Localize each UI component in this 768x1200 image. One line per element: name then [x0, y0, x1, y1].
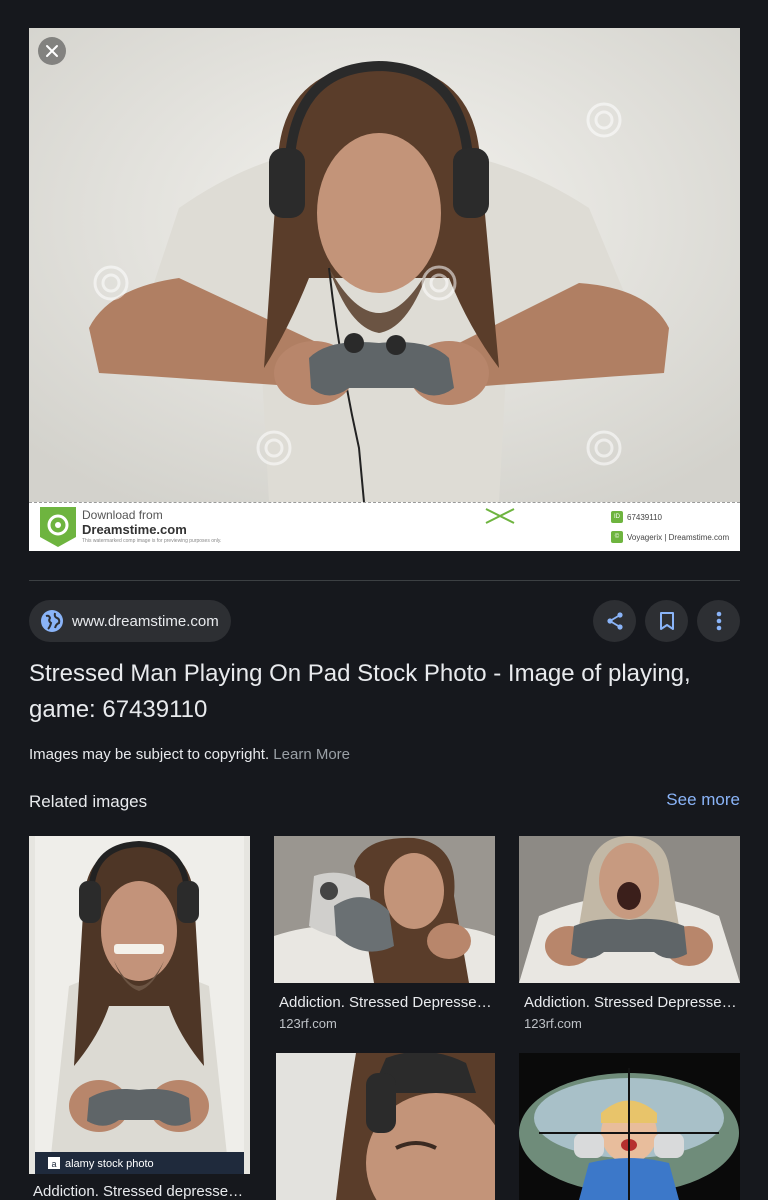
source-link[interactable]: www.dreamstime.com — [29, 600, 231, 642]
banner-disclaimer: This watermarked comp image is for previ… — [82, 538, 222, 544]
copyright-badge-icon: © — [611, 531, 623, 543]
source-domain: www.dreamstime.com — [72, 612, 219, 630]
close-button[interactable] — [38, 37, 66, 65]
dreamstime-logo — [40, 507, 76, 547]
more-vert-icon — [716, 611, 721, 631]
image-title[interactable]: Stressed Man Playing On Pad Stock Photo … — [29, 656, 749, 728]
copyright-notice: Images may be subject to copyright. Lear… — [29, 746, 350, 763]
close-icon — [46, 45, 58, 57]
related-item-title: Addiction. Stressed Depressed... — [279, 994, 492, 1011]
bookmark-icon — [659, 612, 674, 630]
alamy-watermark: alamy stock photo — [65, 1158, 154, 1170]
banner-credit: © Voyagerix | Dreamstime.com — [611, 531, 729, 543]
related-thumbnail — [519, 836, 740, 983]
related-thumbnail — [276, 1053, 495, 1200]
related-thumbnail — [274, 836, 495, 983]
banner-image-id: ID 67439110 — [611, 511, 662, 523]
gamer-photo — [29, 28, 740, 502]
banner-download-text: Download from — [82, 508, 163, 522]
share-button[interactable] — [593, 600, 636, 642]
related-thumbnail: a alamy stock photo — [29, 836, 250, 1174]
related-images-heading: Related images — [29, 792, 148, 811]
svg-text:a: a — [51, 1159, 56, 1169]
id-badge-icon: ID — [611, 511, 623, 523]
related-item-title: Addiction. Stressed Depressed... — [524, 994, 737, 1011]
divider — [29, 580, 740, 581]
see-more-link[interactable]: See more — [666, 790, 740, 810]
scissors-icon — [485, 508, 515, 524]
related-item[interactable]: Addiction. Stressed Depressed... 123rf.c… — [274, 836, 495, 1036]
related-item[interactable] — [519, 1053, 740, 1200]
watermark-banner: Download from Dreamstime.com This waterm… — [29, 502, 740, 551]
related-item[interactable] — [276, 1053, 495, 1200]
save-button[interactable] — [645, 600, 688, 642]
related-item[interactable]: Addiction. Stressed Depressed... 123rf.c… — [519, 836, 740, 1036]
related-item-source: 123rf.com — [524, 1016, 582, 1031]
more-options-button[interactable] — [697, 600, 740, 642]
related-thumbnail — [519, 1053, 740, 1200]
related-item-title: Addiction. Stressed depressed ... — [33, 1183, 248, 1200]
globe-icon — [41, 610, 63, 632]
banner-site-name: Dreamstime.com — [82, 522, 187, 537]
learn-more-link[interactable]: Learn More — [273, 746, 350, 763]
share-icon — [606, 612, 623, 630]
copyright-text: Images may be subject to copyright. — [29, 746, 270, 763]
related-item-source: 123rf.com — [279, 1016, 337, 1031]
main-image[interactable]: Download from Dreamstime.com This waterm… — [29, 28, 740, 551]
related-item[interactable]: a alamy stock photo Addiction. Stressed … — [29, 836, 250, 1200]
